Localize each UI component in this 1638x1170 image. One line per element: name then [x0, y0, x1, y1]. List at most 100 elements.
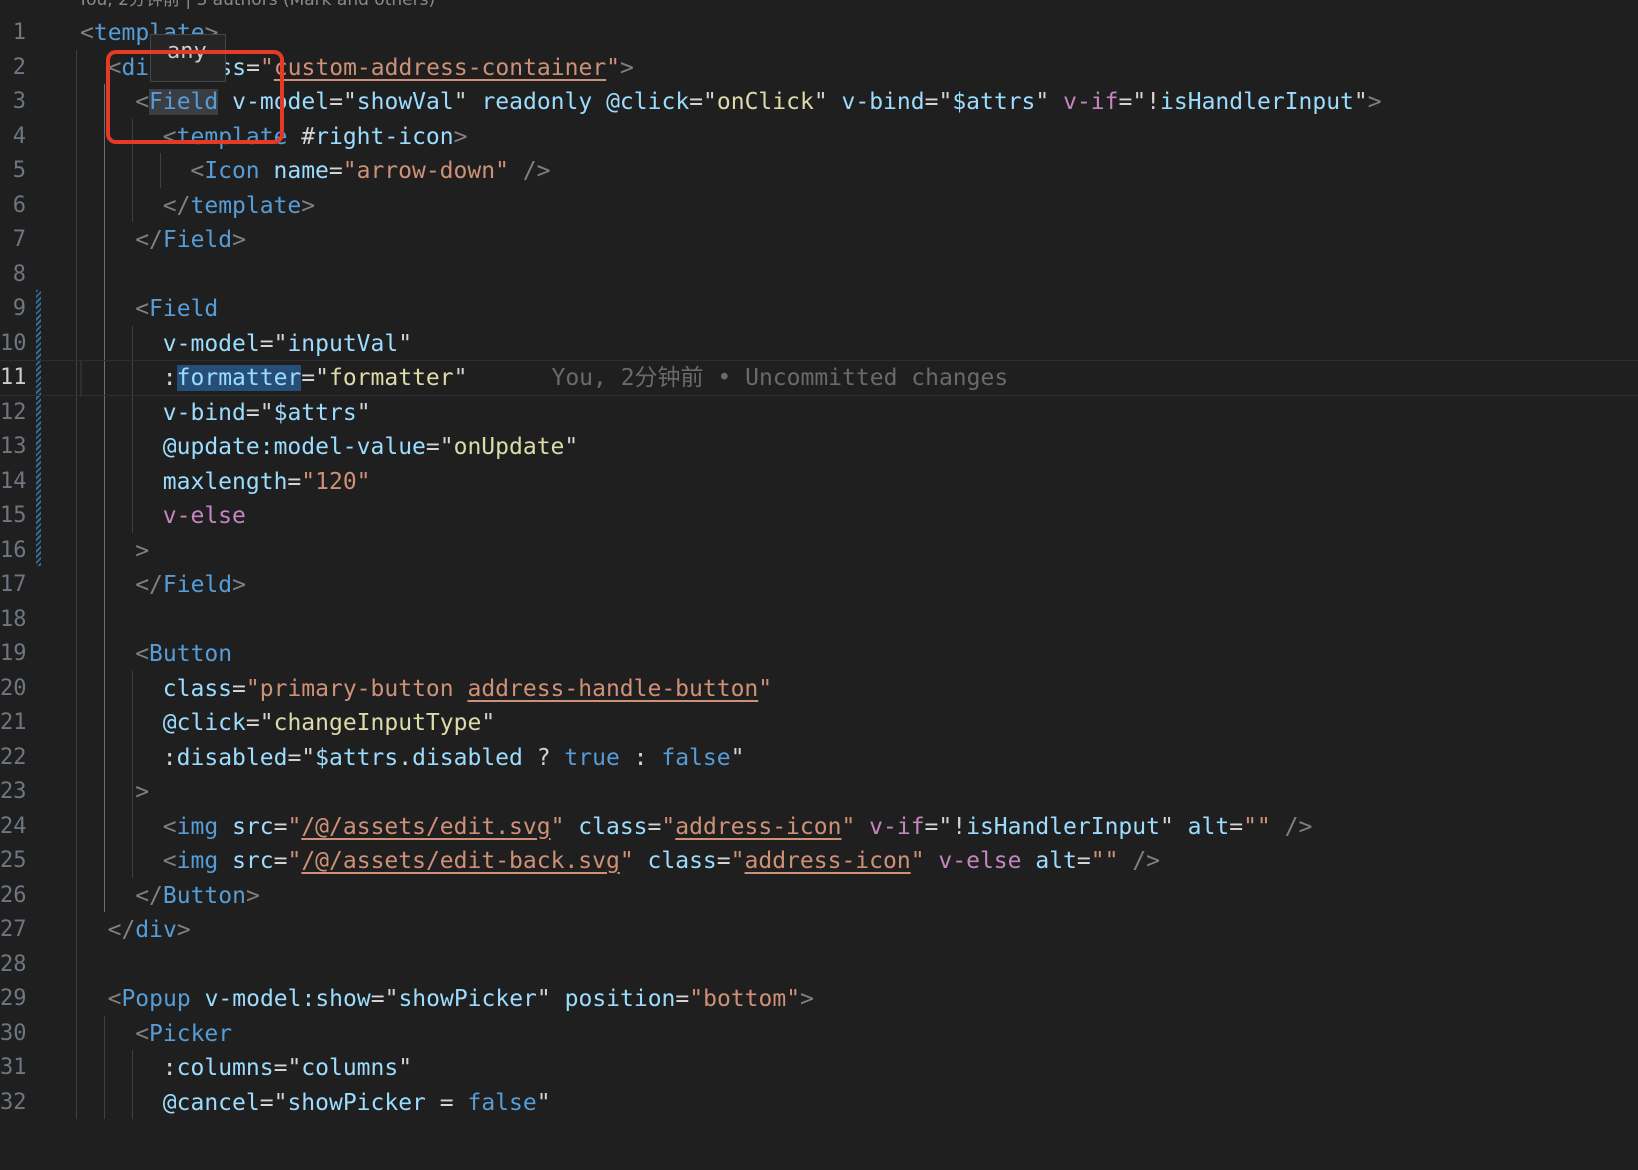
code-token: = — [287, 468, 302, 495]
code-text[interactable]: </Button> — [80, 878, 260, 914]
code-text[interactable]: @cancel="showPicker = false" — [80, 1085, 551, 1121]
code-text[interactable]: <Icon name="arrow-down" /> — [80, 153, 550, 189]
code-line[interactable]: 12 v-bind="$attrs" — [0, 395, 1638, 431]
line-number[interactable]: 31 — [0, 1050, 27, 1086]
code-text[interactable]: :columns="columns" — [80, 1050, 412, 1086]
code-text[interactable]: </Field> — [80, 222, 246, 258]
code-token: onUpdate — [453, 434, 565, 460]
line-number[interactable]: 22 — [0, 740, 27, 776]
code-line[interactable]: 24 <img src="/@/assets/edit.svg" class="a… — [0, 809, 1638, 845]
code-text[interactable]: @click="changeInputType" — [80, 705, 495, 741]
line-number[interactable]: 14 — [0, 464, 27, 500]
line-number[interactable]: 7 — [0, 222, 26, 258]
code-line[interactable]: 13 @update:model-value="onUpdate" — [0, 429, 1638, 465]
code-text[interactable]: <Popup v-model:show="showPicker" positio… — [80, 981, 814, 1017]
code-line[interactable]: 23 > — [0, 774, 1638, 810]
code-token: " — [730, 744, 745, 771]
code-line[interactable]: 27 </div> — [0, 912, 1638, 948]
code-line[interactable]: 20 class="primary-button address-handle-b… — [0, 671, 1638, 707]
code-text[interactable]: @update:model-value="onUpdate" — [80, 429, 578, 465]
code-text[interactable]: v-model="inputVal" — [80, 326, 412, 362]
line-number[interactable]: 6 — [0, 188, 26, 224]
code-line[interactable]: 22 :disabled="$attrs.disabled ? true : fa… — [0, 740, 1638, 776]
code-text[interactable]: :formatter="formatter" You, 2分钟前 • Uncomm… — [80, 361, 1008, 397]
line-number[interactable]: 27 — [0, 912, 27, 948]
line-number[interactable]: 8 — [0, 257, 26, 293]
code-line[interactable]: 11 :formatter="formatter" You, 2分钟前 • Unco… — [0, 360, 1638, 397]
code-line[interactable]: 28 — [0, 947, 1638, 983]
code-token: " — [730, 848, 745, 874]
line-number[interactable]: 5 — [0, 153, 26, 189]
line-number[interactable]: 29 — [0, 981, 27, 1017]
code-text[interactable]: v-else — [80, 498, 246, 534]
line-number[interactable]: 18 — [0, 602, 27, 638]
code-line[interactable]: 32 @cancel="showPicker = false" — [0, 1085, 1638, 1121]
line-number[interactable]: 20 — [0, 671, 27, 707]
line-number[interactable]: 10 — [0, 326, 27, 362]
line-number[interactable]: 30 — [0, 1016, 27, 1052]
code-text[interactable]: <Field — [80, 291, 218, 327]
code-token: > — [620, 54, 634, 81]
code-line[interactable]: 17 </Field> — [0, 567, 1638, 603]
code-line[interactable]: 8 — [0, 257, 1638, 293]
line-number[interactable]: 28 — [0, 947, 27, 983]
line-number[interactable]: 32 — [0, 1085, 27, 1121]
code-token: " — [619, 848, 634, 874]
line-number[interactable]: 2 — [0, 50, 26, 86]
code-editor[interactable]: You, 2分钟前 | 3 authors (Mark and others) … — [0, 0, 1638, 1170]
line-number[interactable]: 26 — [0, 878, 27, 914]
line-number[interactable]: 15 — [0, 498, 27, 534]
code-token: Button — [162, 882, 246, 909]
code-text[interactable]: :disabled="$attrs.disabled ? true : fals… — [80, 740, 745, 776]
line-number[interactable]: 3 — [0, 84, 26, 120]
code-line[interactable]: 30 <Picker — [0, 1016, 1638, 1052]
code-token: v-model — [162, 330, 260, 357]
line-number[interactable]: 1 — [0, 15, 26, 51]
code-text[interactable]: <Picker — [80, 1016, 232, 1052]
code-line[interactable]: 14 maxlength="120" — [0, 464, 1638, 500]
code-line[interactable]: 26 </Button> — [0, 878, 1638, 914]
code-text[interactable]: <img src="/@/assets/edit.svg" class="add… — [80, 809, 1313, 845]
code-line[interactable]: 7 </Field> — [0, 222, 1638, 258]
code-line[interactable]: 18 — [0, 602, 1638, 638]
code-text[interactable]: <Button — [80, 636, 232, 672]
code-text[interactable]: > — [80, 533, 149, 569]
code-token: " — [758, 675, 773, 702]
code-token: = — [675, 986, 690, 1012]
line-number[interactable]: 17 — [0, 567, 27, 603]
codelens-authors[interactable]: You, 2分钟前 | 3 authors (Mark and others) — [78, 0, 435, 11]
code-line[interactable]: 19 <Button — [0, 636, 1638, 672]
code-line[interactable]: 10 v-model="inputVal" — [0, 326, 1638, 362]
line-number[interactable]: 25 — [0, 843, 27, 879]
code-line[interactable]: 6 </template> — [0, 188, 1638, 224]
code-text[interactable]: </div> — [80, 912, 191, 948]
code-text[interactable]: </template> — [80, 188, 315, 224]
code-text[interactable]: v-bind="$attrs" — [80, 395, 371, 431]
line-number[interactable]: 19 — [0, 636, 27, 672]
code-text[interactable]: maxlength="120" — [80, 464, 371, 500]
line-number[interactable]: 9 — [0, 291, 26, 327]
line-number[interactable]: 24 — [0, 809, 27, 845]
code-line[interactable]: 9 <Field — [0, 291, 1638, 327]
line-number[interactable]: 12 — [0, 395, 27, 431]
code-text[interactable]: > — [80, 774, 149, 810]
code-line[interactable]: 15 v-else — [0, 498, 1638, 534]
code-text[interactable]: </Field> — [80, 567, 246, 603]
line-number[interactable]: 23 — [0, 774, 27, 810]
line-number[interactable]: 4 — [0, 119, 26, 155]
code-text[interactable]: class="primary-button address-handle-but… — [80, 671, 772, 707]
code-line[interactable]: 31 :columns="columns" — [0, 1050, 1638, 1086]
code-token: formatter — [328, 365, 454, 391]
line-number[interactable]: 11 — [0, 361, 27, 395]
code-line[interactable]: 16 > — [0, 533, 1638, 569]
code-line[interactable]: 29 <Popup v-model:show="showPicker" posit… — [0, 981, 1638, 1017]
code-line[interactable]: 25 <img src="/@/assets/edit-back.svg" cla… — [0, 843, 1638, 879]
line-number[interactable]: 13 — [0, 429, 27, 465]
code-line[interactable]: 1 <template> — [0, 15, 1638, 51]
code-line[interactable]: 5 <Icon name="arrow-down" /> — [0, 153, 1638, 189]
code-text[interactable]: <img src="/@/assets/edit-back.svg" class… — [80, 843, 1160, 879]
code-line[interactable]: 21 @click="changeInputType" — [0, 705, 1638, 741]
code-token: address-icon — [675, 813, 842, 840]
line-number[interactable]: 16 — [0, 533, 27, 569]
line-number[interactable]: 21 — [0, 705, 27, 741]
